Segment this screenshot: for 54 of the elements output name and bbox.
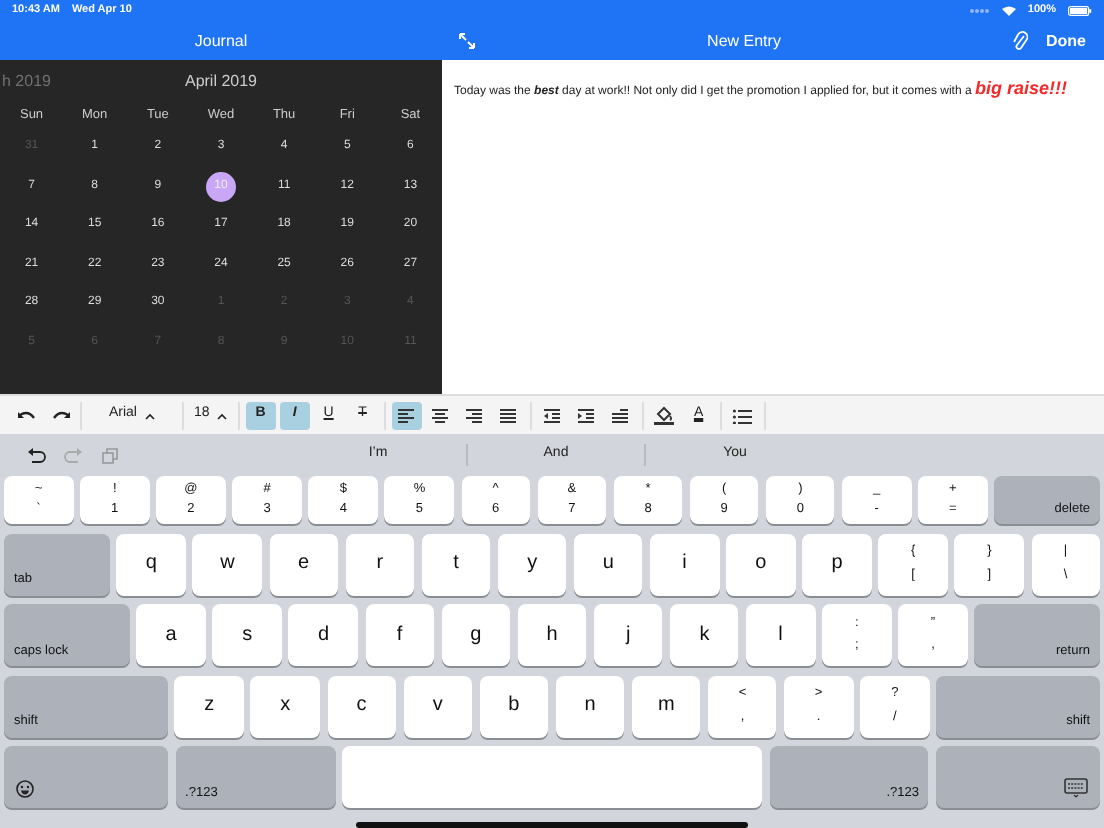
nav-title: Journal bbox=[192, 29, 250, 53]
key[interactable]: b bbox=[479, 675, 549, 737]
key[interactable]: n bbox=[555, 675, 625, 737]
key[interactable]: m bbox=[631, 675, 701, 737]
align-center-icon bbox=[430, 407, 451, 423]
key[interactable]: x bbox=[250, 675, 320, 737]
indent-icon bbox=[576, 407, 597, 423]
caret-icon bbox=[215, 411, 228, 419]
key[interactable]: t bbox=[421, 533, 491, 595]
paperclip-icon[interactable] bbox=[1012, 30, 1028, 52]
key[interactable]: c bbox=[327, 675, 397, 737]
align-right-icon bbox=[464, 407, 485, 423]
key[interactable]: u bbox=[573, 533, 643, 595]
key[interactable]: k bbox=[669, 604, 739, 666]
key[interactable]: y bbox=[497, 533, 567, 595]
key[interactable]: z bbox=[174, 675, 244, 737]
month-title: April 2019 bbox=[184, 69, 258, 93]
signal-dots-icon bbox=[969, 8, 990, 14]
outdent-icon bbox=[542, 407, 563, 423]
key[interactable]: j bbox=[593, 604, 663, 666]
done-button[interactable]: Done bbox=[1044, 27, 1088, 55]
key[interactable]: q bbox=[116, 533, 186, 595]
caret-icon bbox=[143, 411, 155, 419]
wifi-icon bbox=[1001, 6, 1016, 16]
key[interactable]: w bbox=[192, 533, 262, 595]
key[interactable]: h bbox=[517, 604, 587, 666]
battery-icon bbox=[1068, 6, 1092, 16]
align-left-button[interactable] bbox=[391, 401, 422, 429]
expand-icon[interactable] bbox=[458, 32, 476, 50]
fill-icon bbox=[654, 405, 675, 425]
previous-month-label: h 2019 bbox=[2, 69, 51, 93]
key[interactable]: e bbox=[269, 533, 339, 595]
list-icon bbox=[732, 407, 753, 423]
key[interactable]: r bbox=[345, 533, 415, 595]
undo-icon[interactable] bbox=[26, 446, 46, 464]
fill-color-button[interactable] bbox=[649, 401, 680, 429]
key[interactable]: v bbox=[403, 675, 473, 737]
justify-icon bbox=[498, 407, 519, 423]
keyboard-icon bbox=[1064, 778, 1089, 798]
key[interactable]: g bbox=[441, 604, 511, 666]
smiley-icon bbox=[16, 780, 34, 798]
key[interactable]: p bbox=[802, 533, 872, 595]
key[interactable]: l bbox=[746, 604, 816, 666]
undo-icon bbox=[15, 407, 35, 423]
paragraph-icon bbox=[610, 407, 631, 423]
key[interactable]: s bbox=[212, 604, 282, 666]
key[interactable]: a bbox=[136, 604, 206, 666]
key[interactable]: i bbox=[650, 533, 720, 595]
key[interactable]: d bbox=[288, 604, 358, 666]
nav-title: New Entry bbox=[705, 29, 783, 53]
align-left-icon bbox=[396, 407, 417, 423]
key[interactable]: f bbox=[365, 604, 435, 666]
redo-icon bbox=[49, 407, 69, 423]
key[interactable]: o bbox=[726, 533, 796, 595]
